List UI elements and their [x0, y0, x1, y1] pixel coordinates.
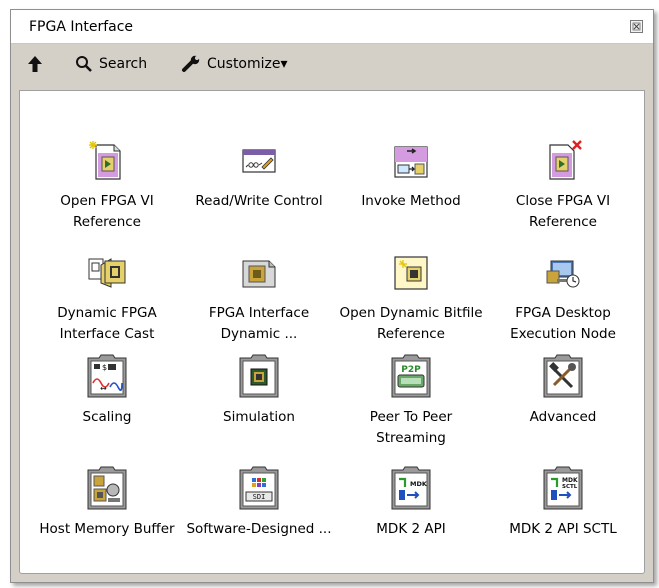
scaling-folder-icon: $ ↔ [87, 354, 127, 398]
software-designed-folder-icon: SDI [239, 466, 279, 510]
wrench-icon [182, 55, 200, 72]
tile-label: Host Memory Buffer [39, 521, 175, 537]
tile-open-dynamic-bitfile-reference[interactable]: Open Dynamic Bitfile Reference [336, 251, 486, 345]
open-fpga-vi-reference-icon [89, 141, 121, 180]
simulation-folder-icon [239, 354, 279, 398]
p2p-icon-text: P2P [401, 365, 421, 375]
close-fpga-vi-reference-icon [549, 140, 582, 180]
tile-advanced[interactable]: Advanced [488, 353, 638, 428]
tile-host-memory-buffer[interactable]: Host Memory Buffer [32, 465, 182, 540]
tile-label: MDK 2 API [376, 521, 446, 537]
tile-fpga-interface-dynamic[interactable]: FPGA Interface Dynamic ... [184, 251, 334, 345]
fpga-interface-dynamic-icon [242, 260, 276, 288]
mdk-2-api-folder-icon: MDK [391, 466, 431, 510]
peer-to-peer-folder-icon: P2P [391, 354, 431, 398]
advanced-folder-icon [543, 354, 583, 398]
tile-open-fpga-vi-reference[interactable]: Open FPGA VI Reference [32, 139, 182, 233]
search-icon [76, 56, 92, 72]
customize-label: Customize▾ [207, 56, 288, 72]
tile-label: Open FPGA VI Reference [60, 193, 154, 230]
mdk-icon-text: MDK [410, 480, 428, 488]
tile-label: Invoke Method [361, 193, 461, 209]
fpga-interface-palette: FPGA Interface Search Customize▾ Open FP… [10, 9, 654, 583]
tile-label: Open Dynamic Bitfile Reference [339, 305, 483, 342]
tile-label: FPGA Desktop Execution Node [510, 305, 616, 342]
tile-label: Simulation [223, 409, 295, 425]
tile-simulation[interactable]: Simulation [184, 353, 334, 428]
svg-text:MDK: MDK [562, 477, 578, 484]
title-bar: FPGA Interface [11, 10, 653, 44]
palette-content: Open FPGA VI Reference Read/Write Contro… [19, 90, 645, 574]
tile-label: Read/Write Control [195, 193, 323, 209]
tile-label: Software-Designed ... [186, 521, 332, 537]
host-memory-buffer-folder-icon [87, 466, 127, 510]
tile-invoke-method[interactable]: Invoke Method [336, 139, 486, 212]
read-write-control-icon [242, 149, 276, 173]
palette-toolbar: Search Customize▾ [11, 44, 653, 84]
tile-scaling[interactable]: $ ↔ Scaling [32, 353, 182, 428]
tile-label: Peer To Peer Streaming [369, 409, 453, 446]
close-icon [632, 22, 641, 31]
tile-read-write-control[interactable]: Read/Write Control [184, 139, 334, 212]
fpga-desktop-execution-node-icon [546, 260, 580, 288]
svg-text:↔: ↔ [100, 384, 107, 393]
tile-peer-to-peer-streaming[interactable]: P2P Peer To Peer Streaming [336, 353, 486, 449]
tile-label: MDK 2 API SCTL [509, 521, 617, 537]
up-arrow-icon [28, 56, 42, 72]
tile-fpga-desktop-execution-node[interactable]: FPGA Desktop Execution Node [488, 251, 638, 345]
tile-label: Advanced [529, 409, 597, 425]
up-button[interactable] [27, 53, 43, 75]
tile-label: FPGA Interface Dynamic ... [208, 305, 310, 342]
invoke-method-icon [394, 146, 428, 178]
tile-label: Close FPGA VI Reference [515, 193, 611, 230]
dynamic-fpga-interface-cast-icon [88, 258, 126, 288]
close-button[interactable] [630, 20, 643, 33]
tile-dynamic-fpga-interface-cast[interactable]: Dynamic FPGA Interface Cast [32, 251, 182, 345]
tile-close-fpga-vi-reference[interactable]: Close FPGA VI Reference [488, 139, 638, 233]
customize-button[interactable]: Customize▾ [181, 53, 288, 75]
sdi-icon-text: SDI [253, 493, 266, 501]
open-dynamic-bitfile-reference-icon [394, 256, 428, 290]
tile-label: Dynamic FPGA Interface Cast [57, 305, 157, 342]
mdk-2-api-sctl-folder-icon: MDK SCTL [543, 466, 583, 510]
window-title: FPGA Interface [29, 19, 134, 35]
svg-text:SCTL: SCTL [562, 484, 578, 490]
tile-software-designed[interactable]: SDI Software-Designed ... [184, 465, 334, 540]
search-label: Search [99, 56, 148, 72]
tile-mdk-2-api[interactable]: MDK MDK 2 API [336, 465, 486, 540]
tile-label: Scaling [82, 409, 132, 425]
search-button[interactable]: Search [75, 53, 147, 75]
svg-text:$: $ [102, 363, 107, 372]
tile-mdk-2-api-sctl[interactable]: MDK SCTL MDK 2 API SCTL [488, 465, 638, 540]
